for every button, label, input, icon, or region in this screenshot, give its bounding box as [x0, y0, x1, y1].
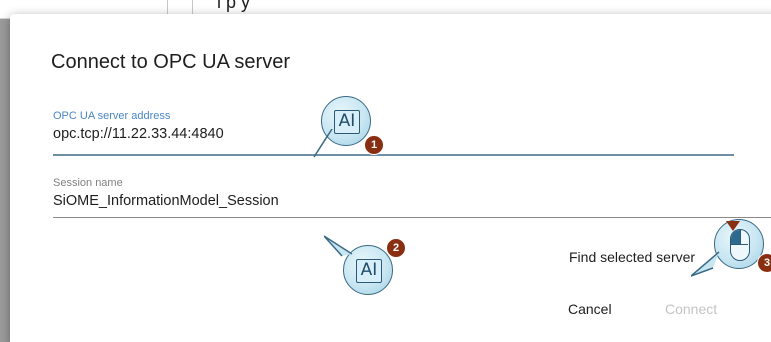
click-arrow-icon	[726, 221, 740, 231]
find-selected-server-button[interactable]: Find selected server	[569, 249, 695, 265]
mouse-split	[740, 230, 741, 244]
background-heading: l p y	[217, 0, 251, 12]
session-name-underline	[53, 217, 771, 218]
server-address-input[interactable]: opc.tcp://11.22.33.44:4840	[53, 126, 224, 142]
mouse-left-button	[731, 230, 740, 244]
step-badge-2: 2	[386, 238, 406, 258]
session-name-field[interactable]: Session name SiOME_InformationModel_Sess…	[53, 177, 771, 218]
server-address-label: OPC UA server address	[53, 110, 171, 122]
callout-tail	[313, 129, 333, 158]
callout-tail	[324, 235, 353, 257]
server-address-field[interactable]: OPC UA server address opc.tcp://11.22.33…	[53, 110, 734, 156]
screen: l p y Connect to OPC UA server OPC UA se…	[0, 0, 771, 342]
session-name-input[interactable]: SiOME_InformationModel_Session	[53, 193, 279, 209]
callout-tail	[691, 251, 720, 277]
step-badge-1: 1	[364, 135, 384, 155]
server-address-underline	[53, 154, 734, 156]
connect-button[interactable]: Connect	[665, 301, 717, 317]
cancel-button[interactable]: Cancel	[568, 301, 612, 317]
mouse-click-callout-3: 3	[691, 219, 771, 277]
text-input-callout-1: AI 1	[313, 96, 384, 158]
dialog-title: Connect to OPC UA server	[51, 51, 290, 73]
mouse-hline	[731, 244, 748, 245]
text-input-callout-2: AI 2	[324, 235, 406, 295]
session-name-label: Session name	[53, 177, 123, 189]
connect-dialog: Connect to OPC UA server OPC UA server a…	[10, 14, 771, 342]
mouse-click-icon	[730, 229, 750, 261]
text-input-icon: AI	[334, 110, 360, 134]
step-badge-3: 3	[757, 253, 771, 273]
text-input-icon: AI	[356, 259, 382, 283]
